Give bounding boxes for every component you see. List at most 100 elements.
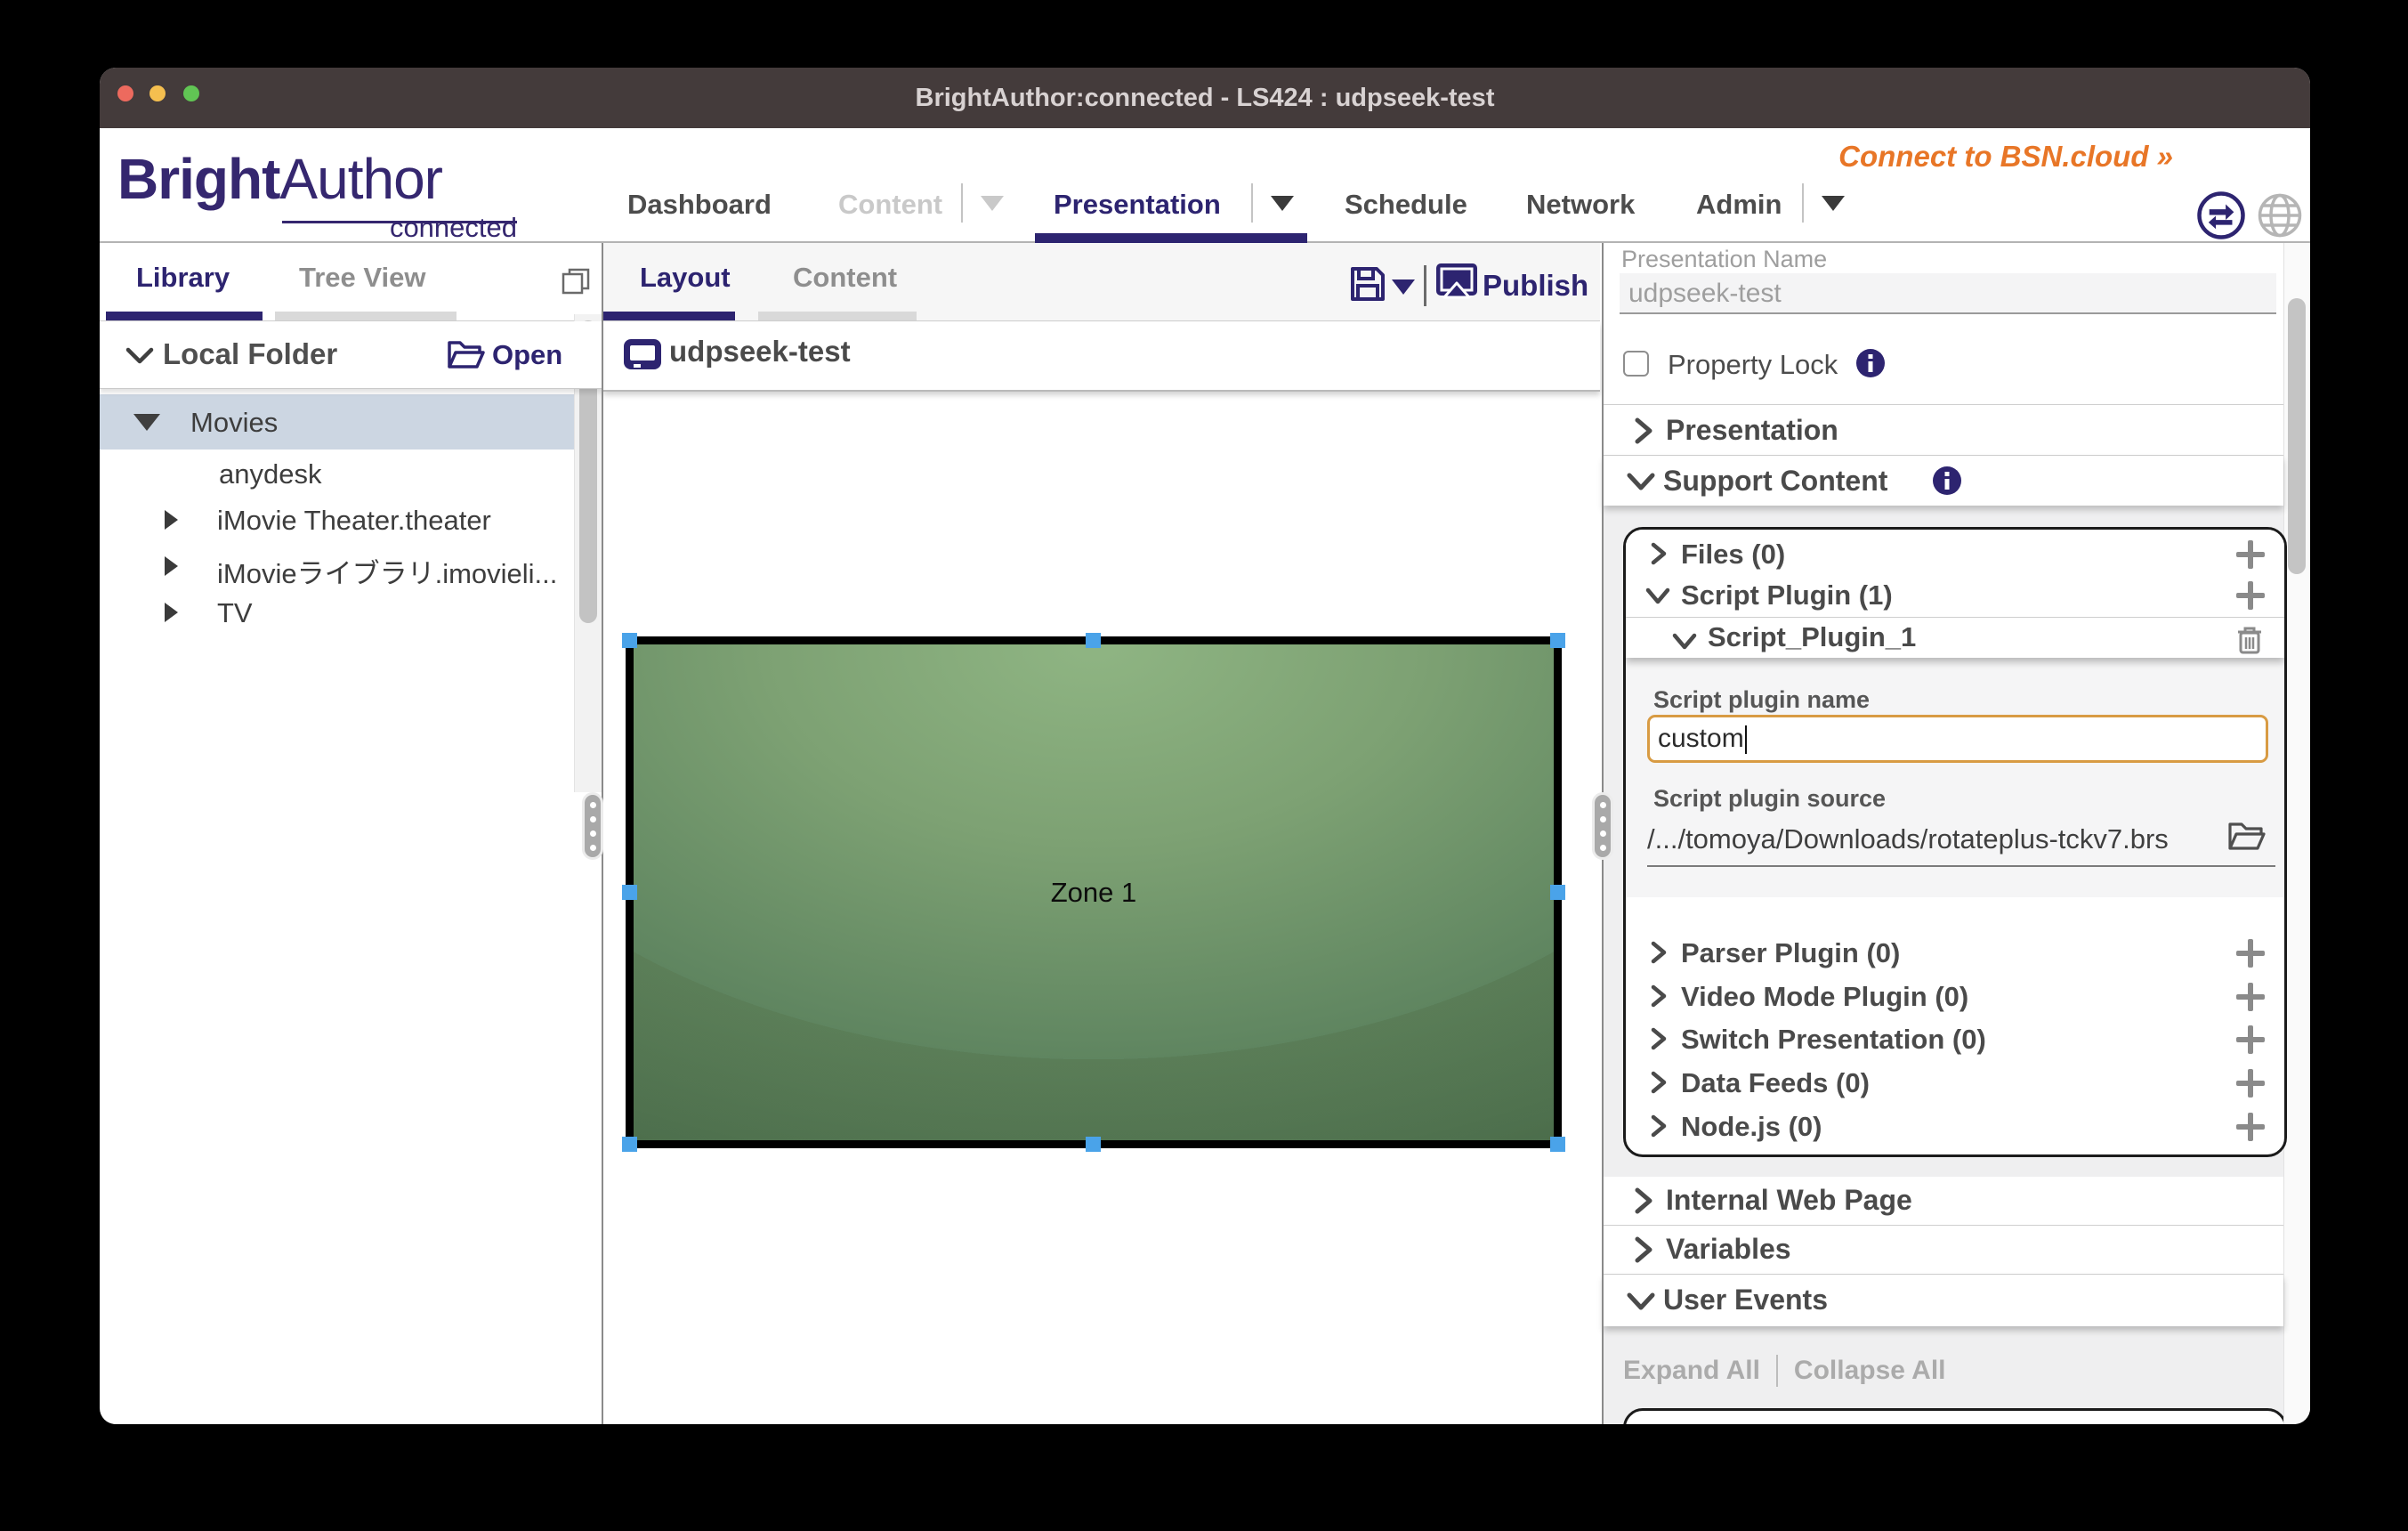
collapse-all-link[interactable]: Collapse All — [1794, 1356, 1946, 1386]
save-dropdown-icon[interactable] — [1392, 279, 1415, 295]
nav-dashboard[interactable]: Dashboard — [627, 189, 772, 221]
script-plugin-card: Files (0) Script Plugin (1) Script_Plugi… — [1626, 530, 2284, 658]
globe-language-icon[interactable] — [2257, 192, 2303, 239]
browse-folder-icon[interactable] — [2226, 818, 2267, 854]
resize-handle-se[interactable] — [1550, 1137, 1565, 1152]
nav-network[interactable]: Network — [1526, 189, 1635, 221]
local-folder-label: Local Folder — [163, 337, 337, 371]
connect-bsn-cloud-link[interactable]: Connect to BSN.cloud » — [1666, 140, 2173, 174]
script-plugin-row[interactable]: Script Plugin (1) — [1626, 576, 2284, 615]
content-dropdown-icon[interactable] — [981, 196, 1004, 211]
inspector-resize-handle[interactable] — [1592, 792, 1613, 860]
tree-item-imovie-library[interactable]: iMovieライブラリ.imovieli... — [100, 542, 577, 588]
inspector-scrollbar[interactable] — [2283, 243, 2310, 1424]
chevron-down-icon — [1645, 587, 1670, 606]
collapsed-triangle-icon[interactable] — [165, 603, 178, 622]
chevron-right-icon — [1649, 984, 1669, 1008]
add-parser-plugin-icon[interactable] — [2236, 939, 2265, 968]
resize-handle-n[interactable] — [1086, 633, 1101, 648]
collapse-panel-icon[interactable] — [562, 267, 590, 296]
app-window: BrightAuthor:connected - LS424 : udpseek… — [100, 68, 2310, 1424]
section-variables[interactable]: Variables — [1604, 1226, 2283, 1274]
add-video-mode-plugin-icon[interactable] — [2236, 983, 2265, 1011]
publish-button[interactable]: Publish — [1483, 269, 1588, 303]
nodejs-row[interactable]: Node.js (0) — [1626, 1106, 2284, 1148]
tab-layout[interactable]: Layout — [640, 262, 731, 294]
section-internal-web-page[interactable]: Internal Web Page — [1604, 1177, 2283, 1225]
tree-item-movies[interactable]: Movies — [100, 394, 577, 450]
info-icon[interactable] — [1854, 347, 1887, 379]
chevron-right-icon — [1649, 1027, 1669, 1050]
video-mode-plugin-row[interactable]: Video Mode Plugin (0) — [1626, 976, 2284, 1018]
add-data-feeds-icon[interactable] — [2236, 1069, 2265, 1098]
presentation-title-row: udpseek-test — [603, 322, 1600, 392]
resize-handle-w[interactable] — [622, 885, 637, 900]
zone-1-label: Zone 1 — [634, 644, 1554, 1140]
tree-item-imovie-theater[interactable]: iMovie Theater.theater — [100, 496, 577, 542]
script-plugin-name-input[interactable]: custom — [1647, 715, 2268, 763]
brightauthor-logo: BrightAuthor — [117, 146, 442, 212]
app-header: BrightAuthor connected Dashboard Content… — [100, 128, 2310, 243]
resize-handle-sw[interactable] — [622, 1137, 637, 1152]
open-folder-icon[interactable] — [446, 337, 485, 371]
resize-handle-nw[interactable] — [622, 633, 637, 648]
nav-schedule[interactable]: Schedule — [1345, 189, 1467, 221]
local-folder-header[interactable]: Local Folder Open — [100, 321, 602, 389]
resize-handle-ne[interactable] — [1550, 633, 1565, 648]
section-presentation[interactable]: Presentation — [1604, 405, 2283, 455]
presentation-name-input[interactable]: udpseek-test — [1620, 273, 2276, 314]
chevron-down-icon — [1672, 632, 1697, 652]
publish-icon[interactable] — [1434, 262, 1479, 304]
collapsed-triangle-icon[interactable] — [165, 556, 178, 576]
resize-handle-s[interactable] — [1086, 1137, 1101, 1152]
tree-item-tv[interactable]: TV — [100, 588, 577, 635]
footer-separator — [1776, 1355, 1778, 1387]
layout-tab-underline — [603, 312, 735, 320]
save-icon[interactable] — [1349, 265, 1386, 303]
script-plugin-detail: Script plugin name custom Script plugin … — [1626, 658, 2284, 897]
section-user-events[interactable]: User Events — [1604, 1275, 2283, 1326]
property-lock-checkbox[interactable] — [1623, 351, 1649, 377]
transfer-sync-icon[interactable] — [2196, 190, 2246, 240]
property-lock-label: Property Lock — [1668, 349, 1838, 381]
script-plugin-name-label: Script plugin name — [1653, 686, 1870, 714]
library-tab-underline — [106, 312, 263, 320]
chevron-right-icon — [1649, 941, 1669, 964]
admin-dropdown-icon[interactable] — [1822, 196, 1845, 211]
nav-presentation[interactable]: Presentation — [1054, 189, 1221, 221]
add-nodejs-icon[interactable] — [2236, 1113, 2265, 1141]
tab-content[interactable]: Content — [793, 262, 897, 294]
files-row[interactable]: Files (0) — [1626, 533, 2284, 574]
nav-content[interactable]: Content — [838, 189, 942, 221]
presentation-name-label: Presentation Name — [1621, 246, 1827, 273]
chevron-right-icon — [1632, 1236, 1655, 1263]
text-caret — [1745, 725, 1748, 754]
add-script-plugin-icon[interactable] — [2236, 581, 2265, 610]
expand-all-link[interactable]: Expand All — [1623, 1356, 1760, 1386]
expanded-triangle-icon[interactable] — [133, 414, 160, 431]
switch-presentation-row[interactable]: Switch Presentation (0) — [1626, 1018, 2284, 1061]
collapsed-triangle-icon[interactable] — [165, 510, 178, 530]
expand-collapse-controls: Expand All Collapse All — [1623, 1355, 1946, 1387]
sidebar-resize-handle[interactable] — [582, 792, 603, 860]
tab-library[interactable]: Library — [136, 262, 230, 294]
script-plugin-source-value[interactable]: /.../tomoya/Downloads/rotateplus-tckv7.b… — [1647, 823, 2169, 855]
trash-icon[interactable] — [2236, 625, 2263, 655]
script-plugin-item-row[interactable]: Script_Plugin_1 — [1626, 618, 2284, 657]
resize-handle-e[interactable] — [1550, 885, 1565, 900]
section-support-content[interactable]: Support Content — [1604, 456, 2283, 506]
add-files-icon[interactable] — [2236, 540, 2265, 569]
nav-admin[interactable]: Admin — [1696, 189, 1782, 221]
chevron-right-icon — [1649, 1071, 1669, 1094]
source-underline — [1647, 865, 2275, 867]
tab-tree-view[interactable]: Tree View — [299, 262, 425, 294]
presentation-dropdown-icon[interactable] — [1271, 196, 1294, 211]
inspector-scrollbar-thumb[interactable] — [2288, 298, 2306, 574]
parser-plugin-row[interactable]: Parser Plugin (0) — [1626, 932, 2284, 975]
tree-item-anydesk[interactable]: anydesk — [100, 450, 577, 496]
info-icon[interactable] — [1931, 465, 1963, 497]
open-button[interactable]: Open — [492, 339, 562, 371]
add-switch-presentation-icon[interactable] — [2236, 1025, 2265, 1054]
zone-1[interactable]: Zone 1 — [626, 636, 1562, 1148]
data-feeds-row[interactable]: Data Feeds (0) — [1626, 1062, 2284, 1105]
